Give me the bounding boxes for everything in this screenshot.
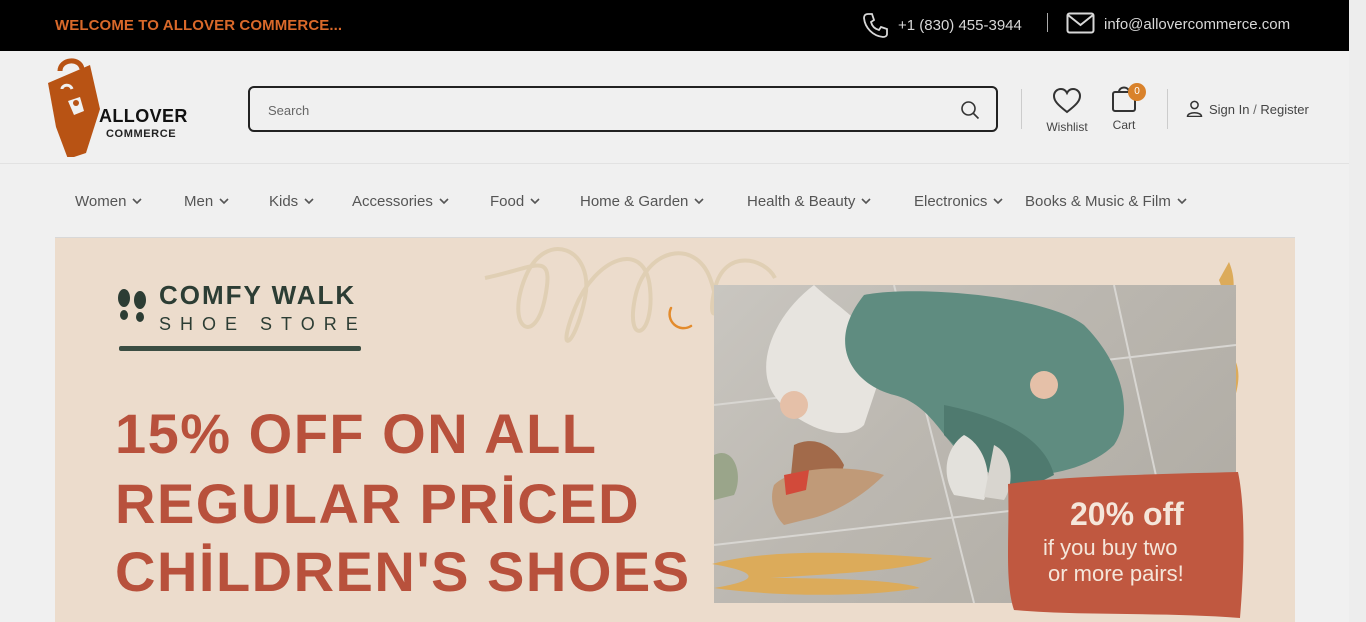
user-icon	[1186, 100, 1203, 118]
decorative-brush-stroke	[712, 552, 932, 595]
nav-item-kids[interactable]: Kids	[269, 193, 314, 210]
store-brand-title: COMFY WALK	[159, 280, 357, 310]
header-divider	[1167, 89, 1168, 129]
nav-item-home-garden[interactable]: Home & Garden	[580, 193, 704, 210]
chevron-down-icon	[1177, 198, 1187, 205]
topbar-divider	[1047, 13, 1048, 32]
headline-line-1: 15% OFF ON ALL	[115, 402, 598, 465]
logo-name[interactable]: ALLOVER	[99, 106, 188, 127]
nav-item-electronics[interactable]: Electronics	[914, 193, 1003, 210]
category-nav: Women Men Kids Accessories Food Home & G…	[55, 164, 1295, 238]
logo-subname[interactable]: COMMERCE	[106, 128, 176, 140]
nav-item-label: Electronics	[914, 193, 988, 210]
nav-item-label: Accessories	[352, 193, 433, 210]
wishlist-label: Wishlist	[1046, 120, 1088, 134]
nav-item-books-music-film[interactable]: Books & Music & Film	[1025, 193, 1187, 210]
email-link[interactable]: info@allovercommerce.com	[1104, 16, 1290, 33]
nav-item-label: Health & Beauty	[747, 193, 856, 210]
chevron-down-icon	[530, 198, 540, 205]
nav-item-food[interactable]: Food	[490, 193, 540, 210]
loading-spinner-icon	[668, 306, 693, 330]
wishlist-button[interactable]: Wishlist	[1040, 87, 1094, 134]
hero-banner[interactable]: COMFY WALK SHOE STORE 15% OFF ON ALL REG…	[55, 238, 1295, 622]
chevron-down-icon	[304, 198, 314, 205]
mail-icon	[1066, 12, 1095, 34]
chevron-down-icon	[439, 198, 449, 205]
nav-item-health-beauty[interactable]: Health & Beauty	[747, 193, 871, 210]
site-header: ALLOVER COMMERCE Wishlist 0 Cart Sign In…	[0, 51, 1349, 164]
search-input[interactable]	[268, 100, 948, 120]
phone-link[interactable]: +1 (830) 455-3944	[898, 17, 1022, 34]
nav-item-men[interactable]: Men	[184, 193, 229, 210]
nav-item-label: Food	[490, 193, 525, 210]
headline-line-2: REGULAR PRİCED	[115, 472, 641, 535]
top-bar: WELCOME TO ALLOVER COMMERCE... +1 (830) …	[0, 0, 1349, 51]
header-divider	[1021, 89, 1022, 129]
account-separator: /	[1253, 102, 1257, 117]
cart-button[interactable]: 0 Cart	[1104, 83, 1146, 132]
chevron-down-icon	[132, 198, 142, 205]
account-links: Sign In / Register	[1186, 100, 1309, 118]
search-icon[interactable]	[960, 100, 980, 120]
phone-icon	[863, 13, 888, 38]
nav-item-accessories[interactable]: Accessories	[352, 193, 449, 210]
promo-condition-line-2: or more pairs!	[1048, 561, 1184, 586]
chevron-down-icon	[993, 198, 1003, 205]
nav-item-label: Books & Music & Film	[1025, 193, 1171, 210]
nav-item-label: Women	[75, 193, 127, 210]
chevron-down-icon	[694, 198, 704, 205]
nav-item-label: Men	[184, 193, 214, 210]
promo-discount: 20% off	[1070, 496, 1184, 532]
nav-item-women[interactable]: Women	[75, 193, 142, 210]
cart-count-badge: 0	[1128, 83, 1146, 101]
nav-item-label: Home & Garden	[580, 193, 689, 210]
sign-in-link[interactable]: Sign In	[1209, 102, 1249, 117]
heart-icon	[1052, 87, 1082, 114]
store-brand-subtitle: SHOE STORE	[159, 314, 367, 334]
headline-line-3: CHİLDREN'S SHOES	[115, 540, 691, 603]
chevron-down-icon	[861, 198, 871, 205]
search-box	[248, 86, 998, 132]
brand-underline	[119, 346, 361, 351]
footprints-icon	[118, 289, 146, 322]
nav-item-label: Kids	[269, 193, 299, 210]
chevron-down-icon	[219, 198, 229, 205]
register-link[interactable]: Register	[1260, 102, 1308, 117]
page-scrollbar[interactable]	[1349, 0, 1366, 622]
welcome-text: WELCOME TO ALLOVER COMMERCE...	[55, 17, 343, 34]
cart-label: Cart	[1112, 118, 1136, 132]
promo-condition-line-1: if you buy two	[1043, 535, 1178, 560]
